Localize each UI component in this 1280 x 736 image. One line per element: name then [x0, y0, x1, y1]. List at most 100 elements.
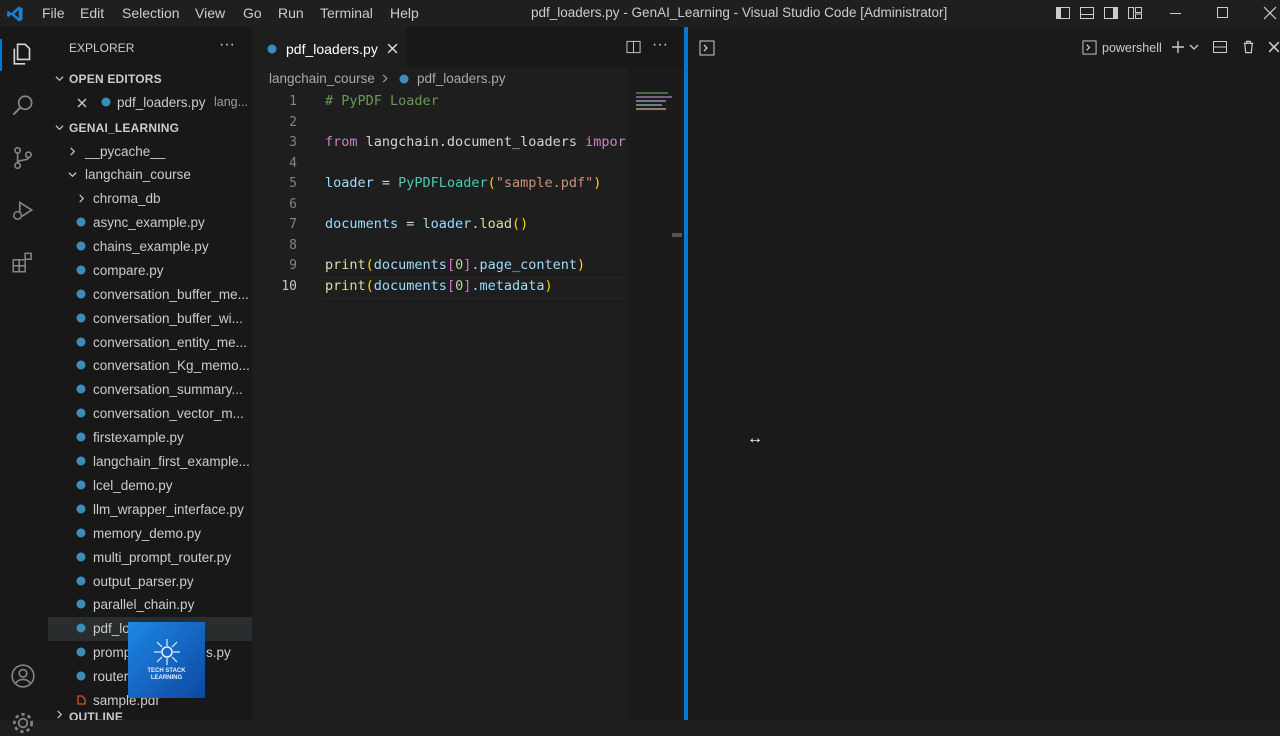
file-item[interactable]: async_example.py — [48, 211, 252, 235]
terminal-shell-icon — [1082, 40, 1097, 55]
split-terminal-icon[interactable] — [1212, 39, 1228, 55]
terminal-icon[interactable] — [699, 40, 715, 56]
workspace-section[interactable]: GENAI_LEARNING — [48, 116, 252, 140]
close-panel-icon[interactable] — [1268, 41, 1280, 53]
active-view-indicator — [0, 39, 2, 71]
line-number: 3 — [289, 135, 297, 150]
explorer-icon[interactable] — [10, 41, 36, 67]
file-label: compare.py — [93, 263, 164, 278]
open-editors-section[interactable]: OPEN EDITORS — [48, 67, 252, 91]
folder-pycache[interactable]: __pycache__ — [48, 140, 252, 164]
close-window-icon[interactable] — [1262, 5, 1278, 21]
file-item[interactable]: chains_example.py — [48, 235, 252, 259]
menu-selection[interactable]: Selection — [122, 5, 180, 21]
chevron-down-icon[interactable] — [1189, 42, 1199, 52]
accounts-icon[interactable] — [10, 663, 36, 689]
line-number: 7 — [289, 217, 297, 232]
toggle-panel-icon[interactable] — [1079, 5, 1095, 21]
scrollbar-thumb[interactable] — [672, 233, 682, 237]
file-label-suffix: s.py — [206, 645, 231, 660]
menu-terminal[interactable]: Terminal — [320, 5, 373, 21]
terminal-panel[interactable]: powershell ↔ — [688, 27, 1280, 720]
file-item[interactable]: conversation_buffer_wi... — [48, 307, 252, 331]
file-item[interactable]: conversation_Kg_memo... — [48, 354, 252, 378]
toggle-secondary-sidebar-icon[interactable] — [1103, 5, 1119, 21]
file-item[interactable]: conversation_vector_m... — [48, 402, 252, 426]
file-label: chains_example.py — [93, 239, 209, 254]
open-editor-item[interactable]: pdf_loaders.py lang... — [48, 91, 252, 115]
editor-more-actions-icon[interactable]: ··· — [652, 36, 668, 54]
terminal-shell-label[interactable]: powershell — [1102, 41, 1162, 55]
python-file-icon — [399, 74, 409, 84]
extensions-icon[interactable] — [10, 249, 36, 275]
run-debug-icon[interactable] — [10, 197, 36, 223]
window-title: pdf_loaders.py - GenAI_Learning - Visual… — [531, 5, 948, 20]
open-editor-path: lang... — [214, 95, 249, 109]
menu-view[interactable]: View — [195, 5, 225, 21]
file-item[interactable]: langchain_first_example... — [48, 450, 252, 474]
file-item[interactable]: conversation_buffer_me... — [48, 283, 252, 307]
maximize-icon[interactable] — [1215, 5, 1231, 21]
menu-edit[interactable]: Edit — [80, 5, 104, 21]
file-item[interactable]: memory_demo.py — [48, 522, 252, 546]
customize-layout-icon[interactable] — [1127, 5, 1143, 21]
file-item[interactable]: output_parser.py — [48, 570, 252, 594]
folder-chroma-db[interactable]: chroma_db — [48, 187, 252, 211]
resize-cursor-icon: ↔ — [747, 430, 763, 447]
menu-go[interactable]: Go — [243, 5, 262, 21]
python-file-icon — [76, 241, 86, 251]
python-file-icon — [76, 623, 86, 633]
manage-gear-icon[interactable] — [10, 710, 36, 736]
outline-label: OUTLINE — [69, 710, 124, 720]
file-label: langchain_first_example... — [93, 454, 250, 469]
python-file-icon — [76, 360, 86, 370]
explorer-more-actions-icon[interactable]: ··· — [219, 36, 235, 54]
logo-mark-icon — [154, 639, 180, 665]
python-file-icon — [76, 647, 86, 657]
new-terminal-plus-icon[interactable] — [1170, 39, 1186, 55]
split-editor-icon[interactable] — [626, 40, 641, 54]
file-item[interactable]: conversation_summary... — [48, 378, 252, 402]
file-item[interactable]: lcel_demo.py — [48, 474, 252, 498]
minimize-icon[interactable] — [1168, 5, 1184, 21]
file-label: conversation_summary... — [93, 382, 243, 397]
explorer-header: EXPLORER — [69, 41, 135, 55]
minimap[interactable] — [628, 67, 684, 720]
outline-section[interactable]: OUTLINE — [48, 708, 252, 720]
file-item[interactable]: conversation_entity_me... — [48, 331, 252, 355]
file-item[interactable]: multi_prompt_router.py — [48, 546, 252, 570]
breadcrumb-chevron-icon — [382, 74, 388, 83]
breadcrumb-folder[interactable]: langchain_course — [269, 71, 375, 86]
search-icon[interactable] — [10, 93, 36, 119]
close-tab-icon[interactable] — [387, 43, 398, 54]
line-number: 1 — [289, 94, 297, 109]
python-file-icon — [76, 671, 86, 681]
source-control-icon[interactable] — [10, 145, 36, 171]
pdf-file-icon — [77, 695, 86, 705]
close-editor-icon[interactable] — [77, 98, 87, 108]
menu-run[interactable]: Run — [278, 5, 304, 21]
file-label: conversation_entity_me... — [93, 335, 247, 350]
menu-help[interactable]: Help — [390, 5, 419, 21]
trash-icon[interactable] — [1241, 39, 1256, 55]
breadcrumb-file[interactable]: pdf_loaders.py — [417, 71, 506, 86]
folder-langchain-course[interactable]: langchain_course — [48, 163, 252, 187]
activity-bar — [0, 27, 48, 734]
python-file-icon — [76, 265, 86, 275]
line-number-current: 10 — [281, 279, 297, 294]
tab-pdf-loaders[interactable]: pdf_loaders.py — [252, 27, 406, 68]
code-line-9: print(documents[0].page_content) — [325, 257, 586, 273]
file-item[interactable]: firstexample.py — [48, 426, 252, 450]
chevron-down-icon — [55, 125, 64, 131]
file-item[interactable]: compare.py — [48, 259, 252, 283]
open-editor-name: pdf_loaders.py — [117, 95, 206, 110]
menu-file[interactable]: File — [42, 5, 65, 21]
chevron-down-icon — [68, 172, 77, 178]
file-item[interactable]: llm_wrapper_interface.py — [48, 498, 252, 522]
toggle-primary-sidebar-icon[interactable] — [1055, 5, 1071, 21]
file-item[interactable]: parallel_chain.py — [48, 593, 252, 617]
python-file-icon — [76, 456, 86, 466]
python-file-icon — [76, 480, 86, 490]
chevron-down-icon — [55, 76, 64, 82]
code-editor[interactable]: langchain_course pdf_loaders.py 1 2 3 4 … — [252, 67, 684, 720]
